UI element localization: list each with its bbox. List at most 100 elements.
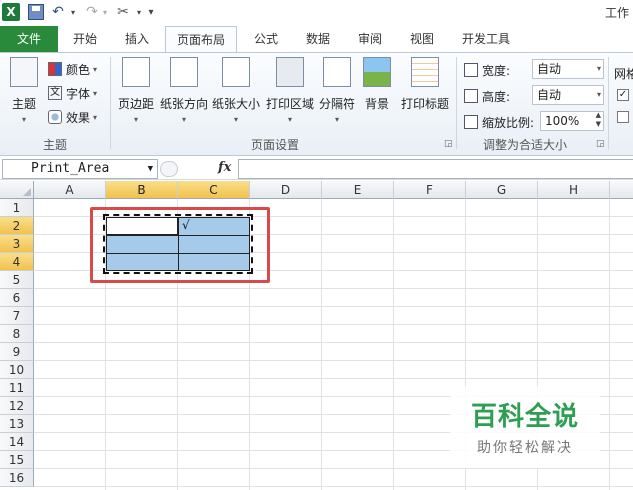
tab-review[interactable]: 审阅 [350, 26, 390, 52]
column-header-h[interactable]: H [538, 181, 610, 199]
row-header-14[interactable]: 14 [0, 433, 34, 451]
margins-button[interactable]: 页边距 ▾ [114, 57, 158, 131]
window-title: 工作 [604, 6, 629, 20]
formula-bar: Print_Area ▼ fx [0, 158, 633, 180]
row-header-11[interactable]: 11 [0, 379, 34, 397]
background-button[interactable]: 背景 [362, 57, 392, 131]
undo-dropdown-icon[interactable]: ▾ [68, 3, 78, 21]
stepper-arrows-icon[interactable]: ▲ ▼ [596, 111, 601, 129]
redo-dropdown-icon[interactable]: ▾ [100, 3, 110, 21]
row-header-12[interactable]: 12 [0, 397, 34, 415]
undo-icon[interactable]: ↶ [50, 3, 66, 21]
paper-size-icon [222, 57, 250, 87]
row-header-10[interactable]: 10 [0, 361, 34, 379]
chevron-down-icon: ▾ [287, 115, 292, 124]
group-divider [608, 57, 609, 149]
chevron-down-icon: ▾ [596, 64, 601, 73]
row-header-16[interactable]: 16 [0, 469, 34, 487]
colors-icon [48, 62, 62, 76]
gridlines-view-checkbox[interactable]: ✓ [617, 89, 629, 101]
theme-effects-label: 效果 [66, 110, 91, 125]
tab-data[interactable]: 数据 [298, 26, 338, 52]
background-label: 背景 [364, 97, 389, 111]
save-icon[interactable] [28, 4, 44, 20]
breaks-button[interactable]: 分隔符 ▾ [318, 57, 356, 131]
column-header-g[interactable]: G [466, 181, 538, 199]
tab-insert[interactable]: 插入 [116, 26, 158, 52]
theme-colors-button[interactable]: 颜色 ▾ [48, 59, 97, 79]
chevron-down-icon: ▾ [93, 64, 98, 74]
width-row: 宽度: [464, 59, 510, 81]
column-header-partial[interactable] [610, 181, 633, 199]
column-header-a[interactable]: A [34, 181, 106, 199]
row-header-4[interactable]: 4 [0, 253, 34, 271]
gridline [393, 199, 394, 490]
column-header-f[interactable]: F [394, 181, 466, 199]
themes-button[interactable]: 主题 ▾ [6, 57, 42, 131]
scale-to-fit-launcher-icon[interactable]: ◲ [596, 139, 605, 149]
column-header-c[interactable]: C [178, 181, 250, 199]
fonts-icon: 文 [48, 86, 62, 100]
gridline [34, 468, 633, 469]
chevron-down-icon[interactable]: ▼ [148, 160, 153, 178]
insert-function-icon[interactable]: fx [218, 160, 231, 175]
size-button[interactable]: 纸张大小 ▾ [212, 57, 260, 131]
tools-dropdown-icon[interactable]: ▾ [134, 3, 144, 21]
background-image-icon [363, 57, 391, 87]
column-header-e[interactable]: E [322, 181, 394, 199]
watermark-subtitle: 助你轻松解决 [477, 440, 573, 456]
column-header-b[interactable]: B [106, 181, 178, 199]
excel-app-icon[interactable]: X [2, 3, 20, 21]
row-header-15[interactable]: 15 [0, 451, 34, 469]
orientation-button[interactable]: 纸张方向 ▾ [160, 57, 208, 131]
column-header-d[interactable]: D [250, 181, 322, 199]
scale-stepper[interactable]: 100% ▲ ▼ [540, 111, 604, 131]
tab-view[interactable]: 视图 [402, 26, 442, 52]
tab-formulas[interactable]: 公式 [246, 26, 286, 52]
gridlines-print-checkbox[interactable] [617, 111, 629, 123]
select-all-button[interactable] [0, 181, 34, 199]
chevron-down-icon: ▾ [181, 115, 186, 124]
page-setup-launcher-icon[interactable]: ◲ [444, 139, 453, 149]
row-header-5[interactable]: 5 [0, 271, 34, 289]
height-value: 自动 [537, 88, 562, 102]
row-header-8[interactable]: 8 [0, 325, 34, 343]
redo-icon[interactable]: ↷ [84, 3, 100, 21]
title-bar: X ↶ ▾ ↷ ▾ ✂ ▾ ▾ 工作 [0, 0, 633, 24]
gridline [34, 306, 633, 307]
row-header-9[interactable]: 9 [0, 343, 34, 361]
gridline [34, 342, 633, 343]
row-header-7[interactable]: 7 [0, 307, 34, 325]
scale-value: 100% [545, 114, 580, 128]
row-header-3[interactable]: 3 [0, 235, 34, 253]
chevron-down-icon: ▾ [93, 112, 98, 122]
formula-input[interactable] [238, 159, 633, 179]
theme-effects-button[interactable]: 效果 ▾ [48, 107, 97, 127]
tab-home[interactable]: 开始 [64, 26, 106, 52]
customize-quick-access-icon[interactable]: ▾ [146, 3, 156, 21]
orientation-icon [170, 57, 198, 87]
group-divider [456, 57, 457, 149]
row-header-6[interactable]: 6 [0, 289, 34, 307]
print-titles-button[interactable]: 打印标题 [400, 57, 450, 131]
tools-icon[interactable]: ✂ [114, 3, 132, 21]
height-select[interactable]: 自动 ▾ [532, 85, 604, 105]
height-icon [464, 89, 478, 103]
row-header-2[interactable]: 2 [0, 217, 34, 235]
chevron-down-icon: ▾ [233, 115, 238, 124]
tab-file[interactable]: 文件 [0, 26, 58, 52]
scale-icon [464, 115, 478, 129]
formula-bar-splitter[interactable] [160, 161, 178, 177]
row-header-1[interactable]: 1 [0, 199, 34, 217]
tab-developer[interactable]: 开发工具 [454, 26, 518, 52]
name-box[interactable]: Print_Area ▼ [2, 159, 158, 179]
tab-page-layout[interactable]: 页面布局 [165, 26, 237, 53]
print-area-button[interactable]: 打印区域 ▾ [266, 57, 314, 131]
gridline [321, 199, 322, 490]
theme-fonts-button[interactable]: 文 字体 ▾ [48, 83, 97, 103]
theme-colors-label: 颜色 [66, 62, 91, 77]
gridline [34, 288, 633, 289]
width-select[interactable]: 自动 ▾ [532, 59, 604, 79]
watermark-title: 百科全说 [470, 402, 579, 432]
row-header-13[interactable]: 13 [0, 415, 34, 433]
